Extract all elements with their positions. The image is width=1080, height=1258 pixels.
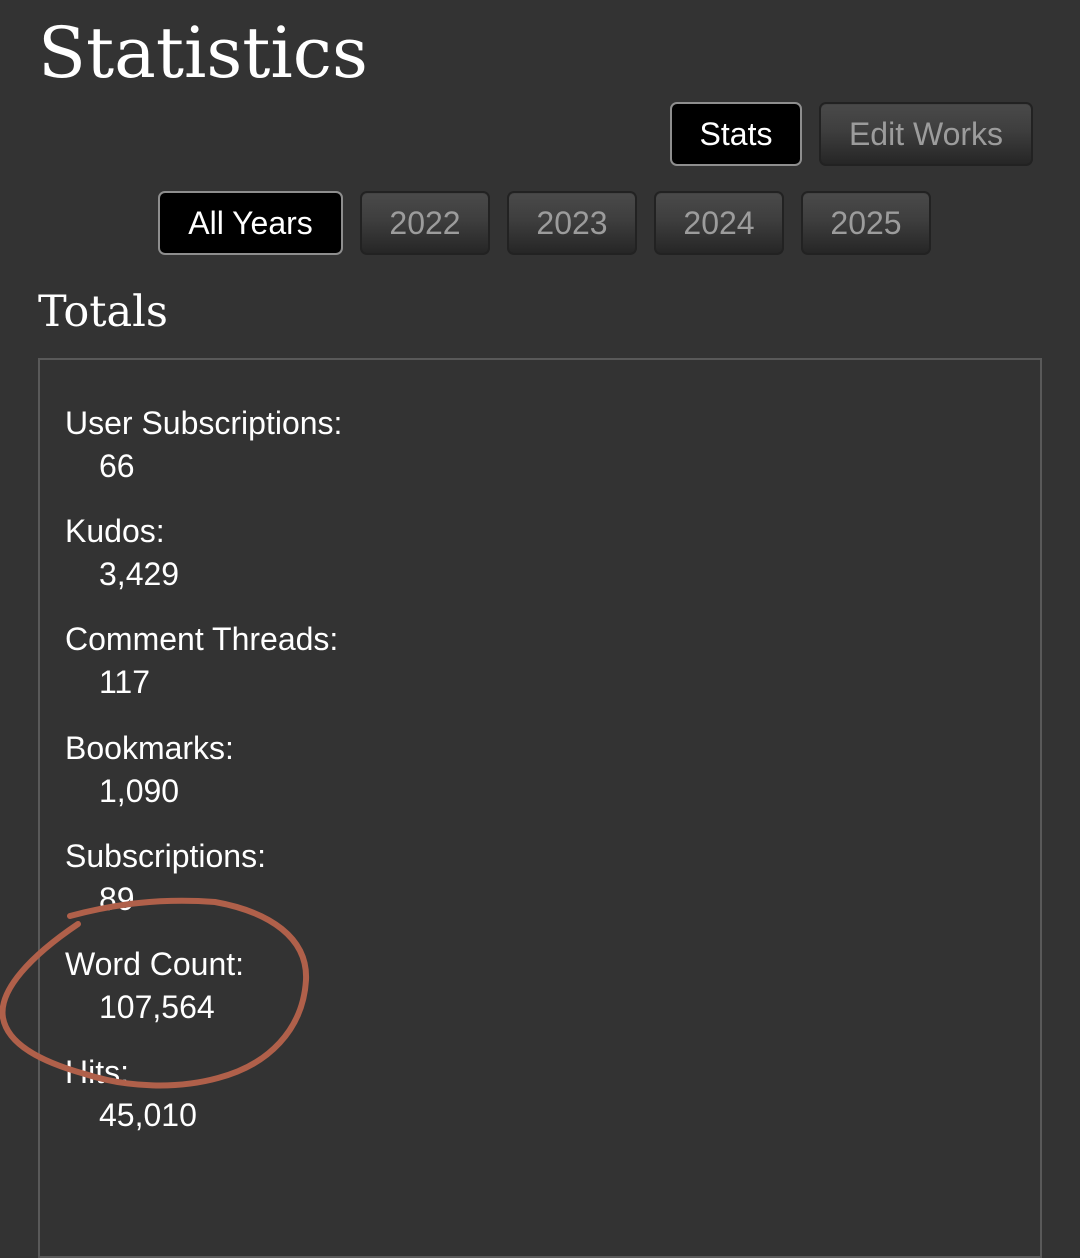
stat-value: 117 (99, 664, 151, 700)
year-filter-2022[interactable]: 2022 (360, 191, 490, 255)
stat-bookmarks: Bookmarks: 1,090 (65, 728, 234, 811)
stat-user-subscriptions: User Subscriptions: 66 (65, 403, 342, 486)
year-filter-2023[interactable]: 2023 (507, 191, 637, 255)
stats-button[interactable]: Stats (670, 102, 802, 166)
stat-label: Bookmarks: (65, 730, 234, 766)
stat-label: Hits: (65, 1054, 129, 1090)
stat-label: Subscriptions: (65, 838, 266, 874)
totals-heading: Totals (38, 287, 168, 337)
stat-hits: Hits: 45,010 (65, 1052, 197, 1135)
edit-works-button[interactable]: Edit Works (819, 102, 1033, 166)
stat-kudos: Kudos: 3,429 (65, 511, 179, 594)
year-filter-2024[interactable]: 2024 (654, 191, 784, 255)
stat-word-count: Word Count: 107,564 (65, 944, 244, 1027)
stat-label: Kudos: (65, 513, 165, 549)
stat-value: 45,010 (99, 1097, 197, 1133)
stat-label: Word Count: (65, 946, 245, 982)
stat-subscriptions: Subscriptions: 89 (65, 836, 266, 919)
stat-value: 1,090 (99, 773, 180, 809)
stat-value: 107,564 (99, 989, 215, 1025)
year-filter-2025[interactable]: 2025 (801, 191, 931, 255)
page-title: Statistics (38, 12, 368, 94)
stat-label: Comment Threads: (65, 621, 339, 657)
stat-label: User Subscriptions: (65, 405, 343, 441)
year-filter-all-years[interactable]: All Years (158, 191, 343, 255)
stat-value: 3,429 (99, 556, 180, 592)
stat-comment-threads: Comment Threads: 117 (65, 619, 338, 702)
stat-value: 89 (99, 881, 135, 917)
stat-value: 66 (99, 448, 135, 484)
